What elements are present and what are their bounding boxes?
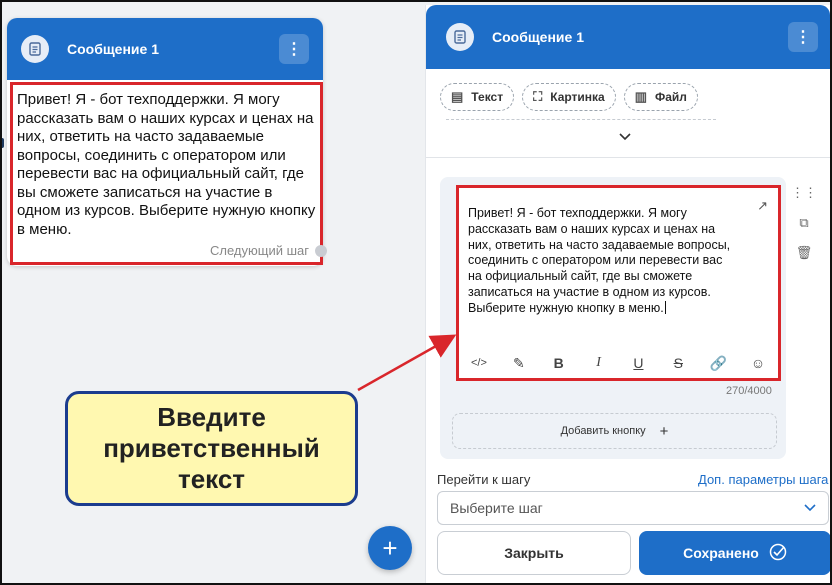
chip-image[interactable]: ⛶ Картинка	[522, 83, 616, 111]
kebab-menu-icon[interactable]: ⋮	[279, 34, 309, 64]
document-icon	[21, 35, 49, 63]
message-card-title: Сообщение 1	[67, 41, 159, 57]
document-icon: ▤	[451, 89, 464, 104]
drag-handle-icon[interactable]: ⋮⋮	[791, 185, 817, 201]
add-step-fab[interactable]: +	[368, 526, 412, 570]
message-card-text: Привет! Я - бот техподдержки. Я могу рас…	[10, 82, 323, 265]
message-block-actions: ⋮⋮ ⧉ 🗑	[791, 185, 817, 261]
chevron-down-icon	[804, 501, 816, 515]
step-select-placeholder: Выберите шаг	[450, 500, 543, 516]
chip-text[interactable]: ▤ Текст	[440, 83, 515, 111]
save-button[interactable]: Сохранено	[639, 531, 831, 575]
callout-text: Введите приветственный текст	[103, 402, 320, 494]
message-editor-panel: Сообщение 1 ⋮ ▤ Текст ⛶ Картинка ▥ Файл ⋮⋮ …	[425, 5, 831, 583]
more-chips-row	[446, 119, 716, 120]
chevron-down-icon[interactable]	[618, 129, 632, 145]
panel-header: Сообщение 1 ⋮	[426, 5, 830, 69]
plus-icon: +	[659, 422, 669, 440]
panel-title: Сообщение 1	[492, 29, 584, 45]
next-step-link[interactable]: Следующий шаг	[210, 243, 327, 258]
add-button-label: Добавить кнопку	[560, 425, 646, 437]
plus-icon: +	[382, 532, 398, 563]
underline-icon[interactable]: U	[626, 355, 650, 371]
save-button-label: Сохранено	[683, 545, 759, 561]
kebab-menu-icon[interactable]: ⋮	[788, 22, 818, 52]
step-select[interactable]: Выберите шаг	[437, 491, 829, 525]
add-button-button[interactable]: Добавить кнопку +	[452, 413, 777, 449]
content-type-chips: ▤ Текст ⛶ Картинка ▥ Файл	[440, 83, 698, 111]
eraser-icon[interactable]: ✎	[507, 355, 531, 372]
link-icon[interactable]: 🔗	[706, 355, 730, 372]
bold-icon[interactable]: B	[547, 355, 571, 371]
close-button[interactable]: Закрыть	[437, 531, 631, 575]
text-caret	[664, 300, 666, 314]
file-icon: ▥	[634, 89, 648, 104]
formatting-toolbar: </> ✎ B I U S 🔗 ☺	[459, 348, 778, 378]
code-icon[interactable]: </>	[467, 357, 491, 369]
editor-text-content: Привет! Я - бот техподдержки. Я могу рас…	[468, 206, 731, 315]
chip-image-label: Картинка	[550, 90, 605, 104]
trash-icon[interactable]: 🗑	[796, 245, 813, 261]
instruction-callout: Введите приветственный текст	[65, 391, 358, 506]
strikethrough-icon[interactable]: S	[666, 355, 690, 371]
more-step-params-link[interactable]: Доп. параметры шага	[698, 472, 828, 487]
copy-icon[interactable]: ⧉	[799, 215, 808, 231]
character-counter: 270/4000	[726, 385, 772, 397]
message-card-header: Сообщение 1 ⋮	[7, 18, 323, 80]
editor-text[interactable]: Привет! Я - бот техподдержки. Я могу рас…	[468, 206, 738, 317]
image-icon: ⛶	[533, 89, 543, 104]
next-step-label: Следующий шаг	[210, 243, 309, 258]
open-external-icon[interactable]: ↗	[757, 198, 768, 214]
message-text-editor[interactable]: ↗ Привет! Я - бот техподдержки. Я могу р…	[456, 185, 781, 381]
goto-step-label: Перейти к шагу	[437, 472, 531, 487]
chip-file-label: Файл	[655, 90, 687, 104]
divider	[426, 157, 831, 158]
italic-icon[interactable]: I	[587, 355, 611, 371]
check-circle-icon	[769, 543, 787, 564]
document-icon	[446, 23, 474, 51]
emoji-icon[interactable]: ☺	[746, 355, 770, 371]
connector-handle[interactable]	[0, 138, 4, 148]
chip-text-label: Текст	[471, 90, 504, 104]
next-step-connector-icon[interactable]	[315, 244, 327, 257]
chip-file[interactable]: ▥ Файл	[623, 83, 698, 111]
